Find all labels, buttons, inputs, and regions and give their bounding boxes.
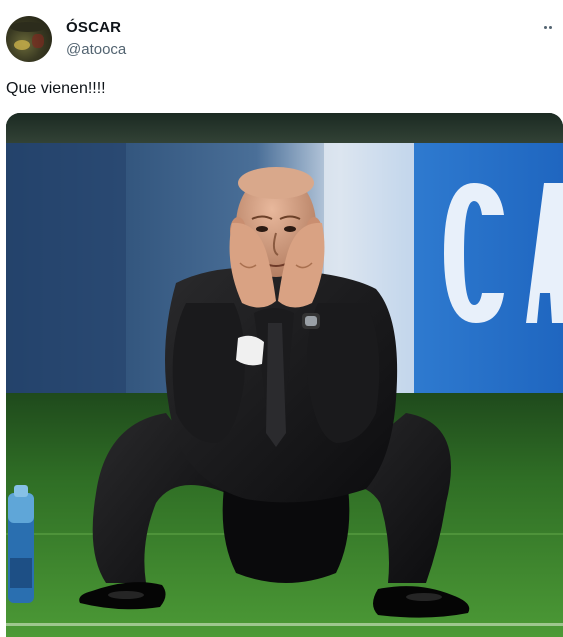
tweet-text: Que vienen!!!! [6, 80, 106, 97]
tweet-card: ÓSCAR @atooca Que vienen!!!! [0, 0, 563, 637]
more-options-icon[interactable] [539, 18, 557, 36]
author-handle[interactable]: @atooca [66, 41, 126, 58]
author-avatar[interactable] [6, 16, 52, 62]
crouching-coach-illustration [6, 113, 563, 637]
author-display-name[interactable]: ÓSCAR [66, 19, 121, 36]
tweet-media-photo[interactable] [6, 113, 563, 637]
